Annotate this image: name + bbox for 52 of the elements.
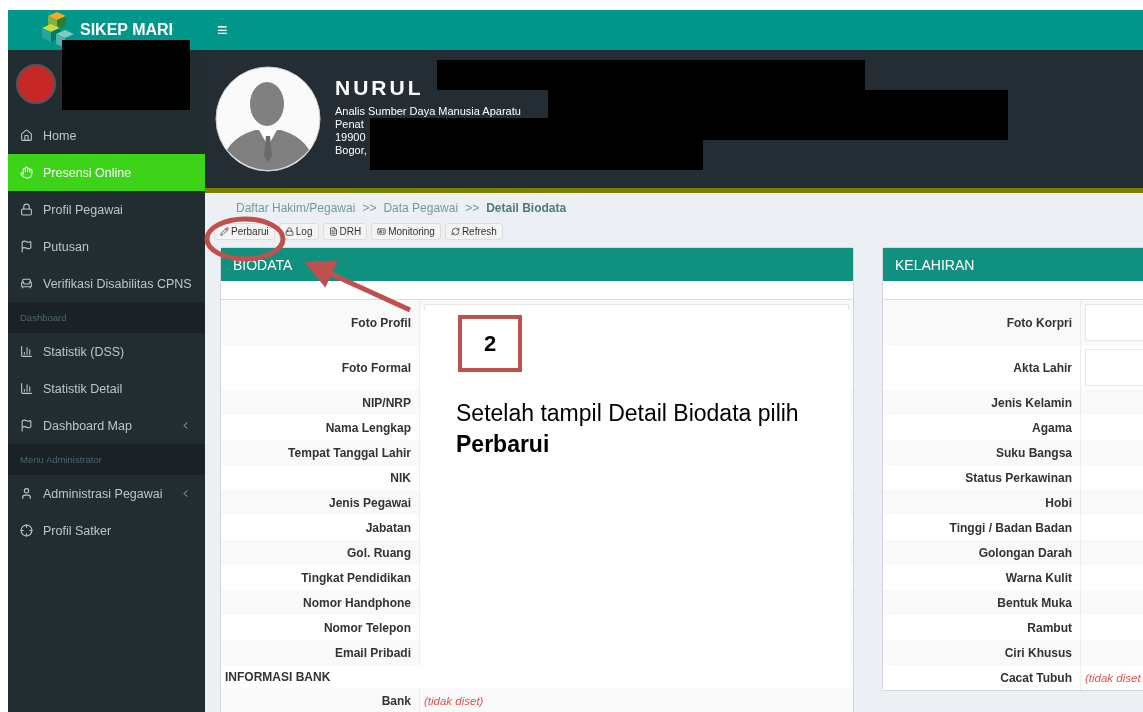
lock-icon bbox=[20, 203, 33, 216]
sidebar-item[interactable]: Putusan bbox=[8, 228, 205, 265]
person-silhouette-icon bbox=[215, 66, 321, 172]
profile-detail: Penat bbox=[335, 118, 365, 130]
breadcrumb-current: Detail Biodata bbox=[486, 201, 567, 215]
sidebar-item[interactable]: Statistik Detail bbox=[8, 370, 205, 407]
employee-name: NURUL bbox=[335, 76, 425, 100]
toolbar-button[interactable]: Refresh bbox=[444, 223, 503, 240]
user-icon bbox=[20, 487, 33, 500]
breadcrumb-separator: >> bbox=[465, 201, 480, 215]
lock-icon bbox=[284, 227, 294, 236]
hand-icon bbox=[20, 166, 33, 179]
step-number: 2 bbox=[458, 315, 522, 372]
field-value: (tidak diset) bbox=[423, 693, 485, 709]
id-card-icon bbox=[377, 227, 387, 236]
crosshair-icon bbox=[20, 524, 33, 537]
avatar-placeholder bbox=[16, 63, 56, 104]
bar-chart-icon bbox=[20, 382, 33, 395]
flag-icon bbox=[20, 240, 33, 253]
profile-detail: 19900 bbox=[335, 131, 367, 143]
document-icon bbox=[328, 227, 338, 236]
menu-toggle-button[interactable]: ≡ bbox=[205, 19, 240, 41]
home-icon bbox=[20, 129, 33, 142]
sidebar-item[interactable]: Profil Satker bbox=[8, 512, 205, 549]
panel-title: KELAHIRAN bbox=[883, 248, 1143, 281]
panel-title: BIODATA bbox=[221, 248, 853, 281]
flag-icon bbox=[20, 419, 33, 432]
profile-detail: Bogor, bbox=[335, 144, 368, 156]
sidebar-item[interactable]: Verifikasi Disabilitas CPNS bbox=[8, 265, 205, 302]
chair-icon bbox=[20, 277, 33, 290]
menu-section-header: Dashboard bbox=[8, 302, 205, 333]
toolbar-button[interactable]: Log bbox=[278, 223, 319, 240]
app-title: SIKEP MARI bbox=[79, 21, 174, 39]
menu-section-header: Menu Administrator bbox=[8, 444, 205, 475]
toolbar-button[interactable]: Monitoring bbox=[371, 223, 441, 240]
pencil-icon bbox=[220, 227, 229, 236]
field-label: Bank bbox=[221, 688, 420, 712]
profile-detail: Analis Sumber Daya Manusia Aparatu bbox=[335, 105, 521, 117]
toolbar-button[interactable]: DRH bbox=[322, 223, 368, 240]
refresh-icon bbox=[450, 227, 460, 236]
section-heading: INFORMASI BANK bbox=[224, 668, 332, 686]
field-label: Cacat Tubuh bbox=[883, 665, 1081, 690]
sidebar-item[interactable]: Profil Pegawai bbox=[8, 191, 205, 228]
instruction-text: Setelah tampil Detail Biodata pilih Perbarui bbox=[456, 399, 800, 460]
sidebar-item[interactable]: Statistik (DSS) bbox=[8, 333, 205, 370]
field-value: (tidak diset bbox=[1084, 670, 1142, 686]
sidebar-item[interactable]: Home bbox=[8, 117, 205, 154]
breadcrumb-separator: >> bbox=[362, 201, 377, 215]
sidebar-item[interactable]: Administrasi Pegawai bbox=[8, 475, 205, 512]
sidebar-item[interactable]: Dashboard Map bbox=[8, 407, 205, 444]
bar-chart-icon bbox=[20, 345, 33, 358]
toolbar-button[interactable]: Perbarui bbox=[214, 223, 275, 240]
